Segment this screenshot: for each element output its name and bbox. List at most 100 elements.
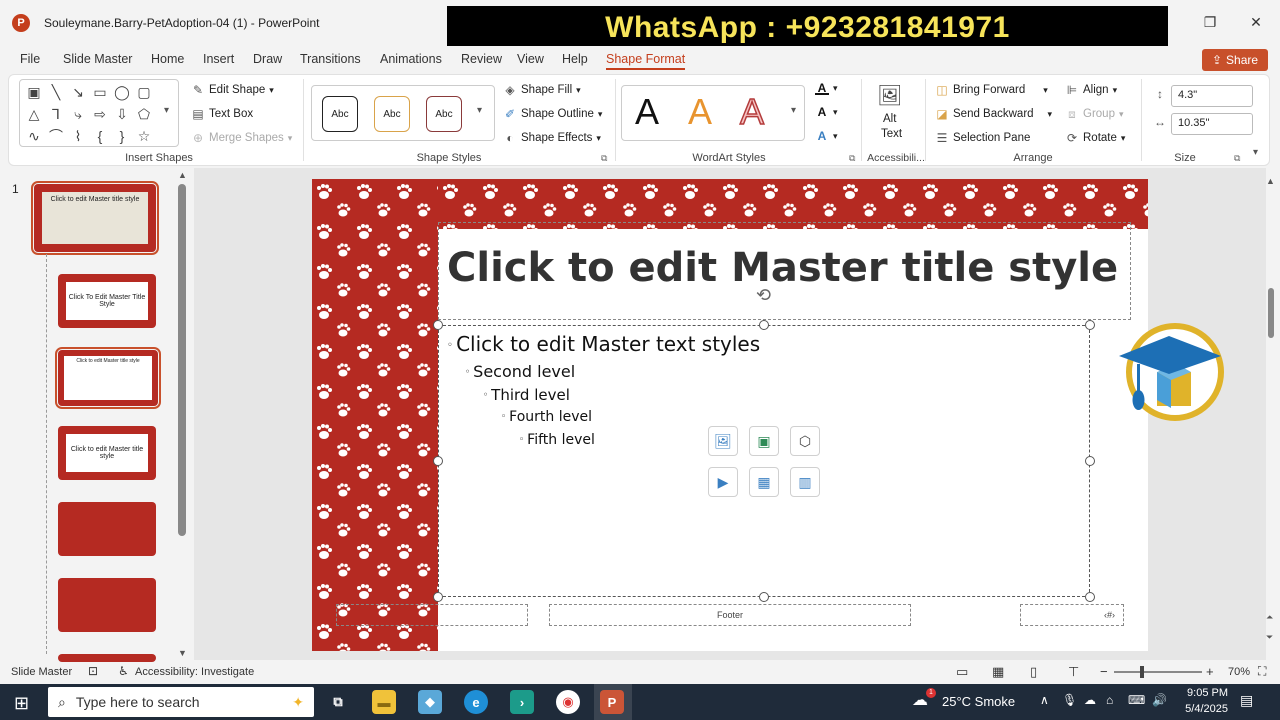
resize-handle-tl[interactable] bbox=[433, 320, 443, 330]
clock-date[interactable]: 5/4/2025 bbox=[1172, 703, 1228, 715]
network-icon[interactable]: ⌂ bbox=[1106, 693, 1113, 707]
oval-shape-icon[interactable]: ◯ bbox=[111, 81, 133, 103]
block-arrow-down-icon[interactable]: ⇩ bbox=[111, 103, 133, 125]
scroll-up-icon[interactable]: ▲ bbox=[178, 170, 187, 180]
text-level-1[interactable]: ◦ Click to edit Master text styles bbox=[447, 332, 760, 356]
zoom-out-icon[interactable]: − bbox=[1100, 664, 1108, 679]
text-level-5[interactable]: ◦ Fifth level bbox=[519, 432, 595, 448]
date-placeholder[interactable] bbox=[336, 604, 528, 626]
text-effects-button[interactable]: A ▾ bbox=[815, 129, 838, 143]
shape-fill-button[interactable]: ◈ Shape Fill ▾ bbox=[503, 83, 580, 97]
alt-text-icon[interactable]: 🖼 bbox=[877, 83, 902, 108]
slide-master-slide[interactable]: Click to edit Master title style ⟲ ◦ Cli… bbox=[312, 179, 1148, 651]
text-level-4[interactable]: ◦ Fourth level bbox=[501, 409, 592, 425]
terminal-app-icon[interactable]: › bbox=[510, 690, 534, 714]
width-input[interactable]: 10.35" bbox=[1171, 113, 1253, 135]
slide-number-placeholder[interactable]: ‹#› bbox=[1020, 604, 1124, 626]
thumbnail-scrollbar[interactable] bbox=[178, 184, 186, 536]
arc-icon[interactable]: ⌒ bbox=[45, 125, 67, 147]
dialog-launcher-icon[interactable]: ⧉ bbox=[1234, 153, 1240, 164]
thumbnail-layout-content[interactable]: Click to edit Master title style bbox=[55, 347, 161, 409]
tab-animations[interactable]: Animations bbox=[380, 52, 442, 66]
rectangle-shape-icon[interactable]: ▭ bbox=[89, 81, 111, 103]
freeform-icon[interactable]: ∿ bbox=[23, 125, 45, 147]
rotate-handle-icon[interactable]: ⟲ bbox=[756, 285, 771, 306]
footer-placeholder[interactable]: Footer bbox=[549, 604, 911, 626]
taskbar-search[interactable]: ⌕ Type here to search ✦ bbox=[48, 687, 314, 717]
restore-window-icon[interactable]: ❐ bbox=[1196, 14, 1224, 31]
edit-shape-button[interactable]: ✎ Edit Shape ▾ bbox=[191, 83, 274, 97]
thumbnail-layout-title[interactable]: Click To Edit Master Title Style bbox=[58, 274, 156, 328]
onedrive-icon[interactable]: ☁ bbox=[1084, 693, 1096, 707]
next-slide-icon[interactable]: ⏷ bbox=[1266, 632, 1273, 643]
tab-file[interactable]: File bbox=[20, 52, 40, 66]
merge-shapes-button[interactable]: ⊕ Merge Shapes ▾ bbox=[191, 131, 292, 145]
send-backward-button[interactable]: ◪ Send Backward ▾ bbox=[935, 107, 1052, 121]
tab-shape-format[interactable]: Shape Format bbox=[606, 52, 686, 70]
canvas-scrollbar[interactable] bbox=[1268, 288, 1274, 338]
thumbnail-layout-section[interactable]: Click to edit Master title style bbox=[58, 426, 156, 480]
resize-handle-mr[interactable] bbox=[1085, 456, 1095, 466]
insert-stock-images-icon[interactable]: ▣ bbox=[749, 426, 779, 456]
wordart-black-letter[interactable]: A bbox=[635, 91, 659, 133]
tab-review[interactable]: Review bbox=[461, 52, 502, 66]
curve-icon[interactable]: ⌇ bbox=[67, 125, 89, 147]
text-level-2[interactable]: ◦ Second level bbox=[465, 362, 575, 381]
block-arrow-right-icon[interactable]: ⇨ bbox=[89, 103, 111, 125]
triangle-shape-icon[interactable]: △ bbox=[23, 103, 45, 125]
previous-slide-icon[interactable]: ⏶ bbox=[1266, 612, 1273, 623]
line-shape-icon[interactable]: ╲ bbox=[45, 81, 67, 103]
resize-handle-br[interactable] bbox=[1085, 592, 1095, 602]
tab-view[interactable]: View bbox=[517, 52, 544, 66]
tab-transitions[interactable]: Transitions bbox=[300, 52, 361, 66]
resize-handle-bl[interactable] bbox=[433, 592, 443, 602]
left-brace-icon[interactable]: { bbox=[89, 125, 111, 147]
app-icon[interactable]: ◆ bbox=[418, 690, 442, 714]
keyboard-layout-icon[interactable]: ⌨ bbox=[1128, 693, 1145, 707]
align-button[interactable]: ⊫ Align ▾ bbox=[1065, 83, 1117, 97]
shapes-more-icon[interactable]: ▾ bbox=[164, 105, 169, 116]
collapse-ribbon-icon[interactable]: ▾ bbox=[1253, 147, 1258, 158]
rounded-rect-shape-icon[interactable]: ▢ bbox=[133, 81, 155, 103]
arrow-line-shape-icon[interactable]: ↘ bbox=[67, 81, 89, 103]
file-explorer-icon[interactable]: ▬ bbox=[372, 690, 396, 714]
shape-effects-button[interactable]: ◐ Shape Effects ▾ bbox=[503, 131, 601, 145]
zoom-slider[interactable] bbox=[1114, 671, 1202, 673]
slideshow-icon[interactable]: ⊤ bbox=[1068, 664, 1079, 680]
shape-style-red[interactable]: Abc bbox=[426, 96, 462, 132]
tab-slide-master[interactable]: Slide Master bbox=[63, 52, 132, 66]
accessibility-status[interactable]: Accessibility: Investigate bbox=[135, 666, 254, 678]
thumbnail-layout-partial[interactable] bbox=[58, 654, 156, 662]
fit-slide-icon[interactable]: ⛶ bbox=[1258, 664, 1266, 679]
wordart-more-icon[interactable]: ▾ bbox=[791, 105, 796, 116]
resize-handle-tr[interactable] bbox=[1085, 320, 1095, 330]
normal-view-icon[interactable]: ▭ bbox=[956, 664, 968, 680]
edge-browser-icon[interactable]: e bbox=[464, 690, 488, 714]
curved-connector-icon[interactable]: ⤷ bbox=[67, 103, 89, 125]
tab-draw[interactable]: Draw bbox=[253, 52, 282, 66]
notes-icon[interactable]: ⊡ bbox=[88, 664, 98, 678]
tab-help[interactable]: Help bbox=[562, 52, 588, 66]
body-placeholder[interactable]: ◦ Click to edit Master text styles ◦ Sec… bbox=[438, 325, 1090, 597]
wordart-outline-letter[interactable]: A bbox=[739, 90, 765, 133]
resize-handle-tc[interactable] bbox=[759, 320, 769, 330]
insert-3d-model-icon[interactable]: ⬡ bbox=[790, 426, 820, 456]
title-placeholder[interactable]: Click to edit Master title style bbox=[438, 222, 1131, 320]
volume-icon[interactable]: 🔊 bbox=[1152, 693, 1167, 707]
shape-outline-button[interactable]: ✐ Shape Outline ▾ bbox=[503, 107, 602, 121]
chrome-browser-icon[interactable]: ◉ bbox=[556, 690, 580, 714]
thumbnail-slide-master[interactable]: Click to edit Master title style bbox=[31, 181, 159, 255]
insert-chart-icon[interactable]: ▥ bbox=[790, 467, 820, 497]
wordart-orange-letter[interactable]: A bbox=[688, 91, 712, 133]
windows-start-icon[interactable]: ⊞ bbox=[14, 693, 29, 714]
scroll-down-icon[interactable]: ▼ bbox=[178, 648, 187, 658]
share-button[interactable]: ⇪ Share bbox=[1202, 49, 1268, 71]
dialog-launcher-icon[interactable]: ⧉ bbox=[849, 153, 855, 164]
close-window-icon[interactable]: ✕ bbox=[1242, 14, 1270, 31]
master-title-text[interactable]: Click to edit Master title style bbox=[447, 245, 1118, 291]
text-box-button[interactable]: ▤ Text Box bbox=[191, 107, 253, 121]
resize-handle-ml[interactable] bbox=[433, 456, 443, 466]
insert-video-icon[interactable]: ▶ bbox=[708, 467, 738, 497]
right-brace-icon[interactable]: } bbox=[111, 125, 133, 147]
text-level-3[interactable]: ◦ Third level bbox=[483, 386, 570, 404]
